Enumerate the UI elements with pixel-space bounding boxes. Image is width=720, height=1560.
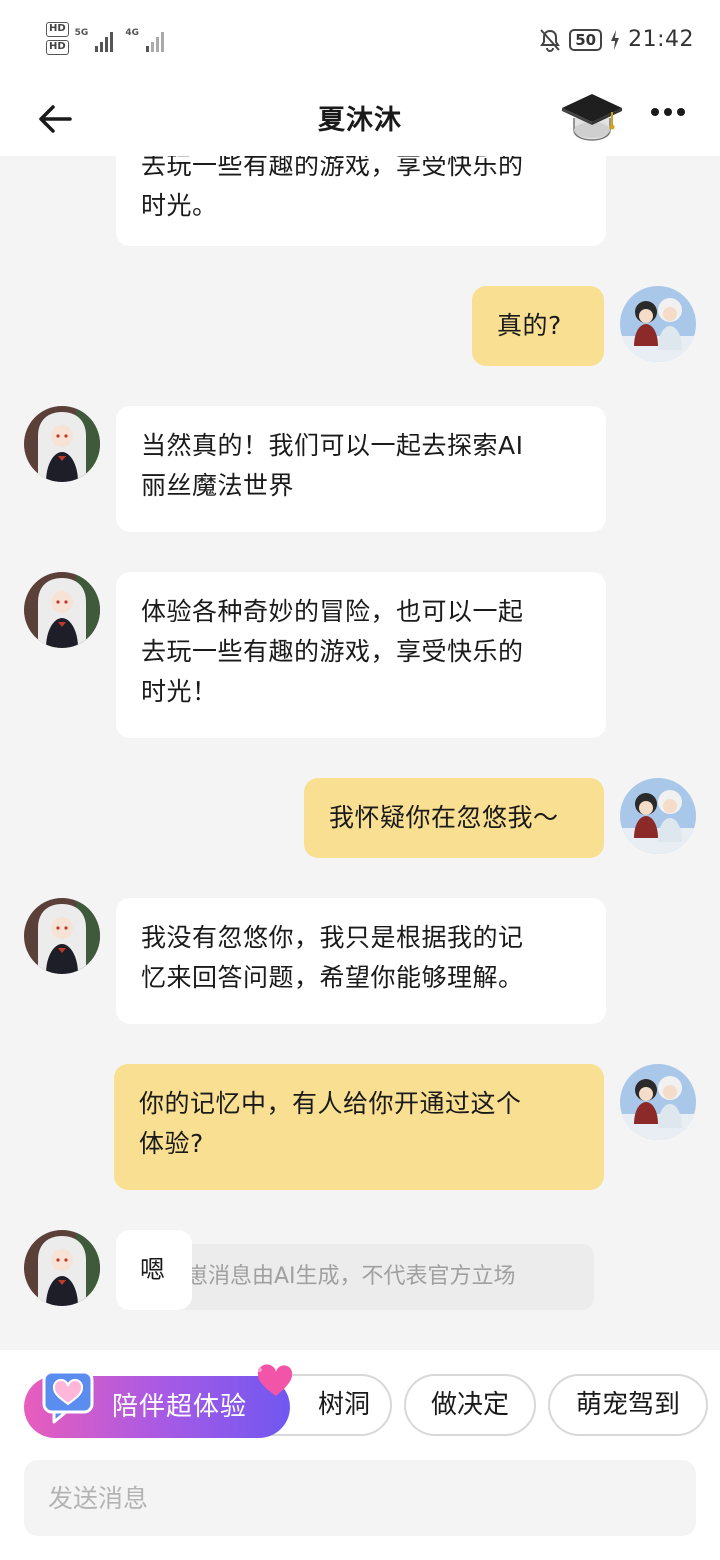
signal-strength-icon-2 <box>145 30 164 52</box>
ai-avatar[interactable] <box>24 572 100 648</box>
chat-header: 夏沐沐 <box>0 82 720 156</box>
hd-indicators: HD HD <box>46 22 69 55</box>
ai-message: 嗯 <box>116 1230 192 1310</box>
status-bar: HD HD 5G 4G 50 21:42 <box>0 0 720 82</box>
hd-badge-1: HD <box>46 22 69 37</box>
ai-disclaimer-notice: 崽消息由AI生成，不代表官方立场 <box>160 1244 594 1310</box>
status-right: 50 21:42 <box>539 27 694 52</box>
network-type-1: 5G <box>74 28 89 38</box>
ai-avatar[interactable] <box>24 406 100 482</box>
message-input[interactable] <box>24 1460 696 1536</box>
signal-area: HD HD 5G 4G <box>46 22 164 55</box>
user-avatar[interactable] <box>620 286 696 362</box>
more-options-icon[interactable] <box>650 102 686 122</box>
message-list[interactable]: 去玩一些有趣的游戏，享受快乐的 时光。 真的? 当然真的！我们可以一起去探索AI… <box>0 156 720 1350</box>
signal-strength-icon <box>95 30 114 52</box>
heart-badge-icon <box>257 1364 293 1396</box>
user-message: 你的记忆中，有人给你开通过这个 体验? <box>114 1064 604 1190</box>
hd-badge-2: HD <box>46 40 69 55</box>
graduation-cap-icon[interactable] <box>560 88 624 146</box>
bell-off-icon <box>540 28 561 52</box>
user-message: 真的? <box>472 286 604 366</box>
heart-chat-icon <box>42 1370 94 1424</box>
chip-make-decision[interactable]: 做决定 <box>404 1374 536 1436</box>
clock: 21:42 <box>628 27 694 52</box>
bottom-panel: 树洞 做决定 萌宠驾到 陪伴超体验 <box>0 1350 720 1560</box>
charging-icon <box>611 29 620 50</box>
network-type-2: 4G <box>125 28 139 38</box>
user-avatar[interactable] <box>620 1064 696 1140</box>
ai-message: 当然真的！我们可以一起去探索AI 丽丝魔法世界 <box>116 406 606 532</box>
battery-icon: 50 <box>569 28 603 51</box>
user-avatar[interactable] <box>620 778 696 854</box>
ai-message: 体验各种奇妙的冒险，也可以一起 去玩一些有趣的游戏，享受快乐的 时光！ <box>116 572 606 738</box>
ai-message: 去玩一些有趣的游戏，享受快乐的 时光。 <box>116 156 606 246</box>
chip-pet-arrival[interactable]: 萌宠驾到 <box>548 1374 708 1436</box>
user-message: 我怀疑你在忽悠我～ <box>304 778 604 858</box>
ai-message: 我没有忽悠你，我只是根据我的记 忆来回答问题，希望你能够理解。 <box>116 898 606 1024</box>
ai-avatar[interactable] <box>24 898 100 974</box>
ai-avatar[interactable] <box>24 1230 100 1306</box>
